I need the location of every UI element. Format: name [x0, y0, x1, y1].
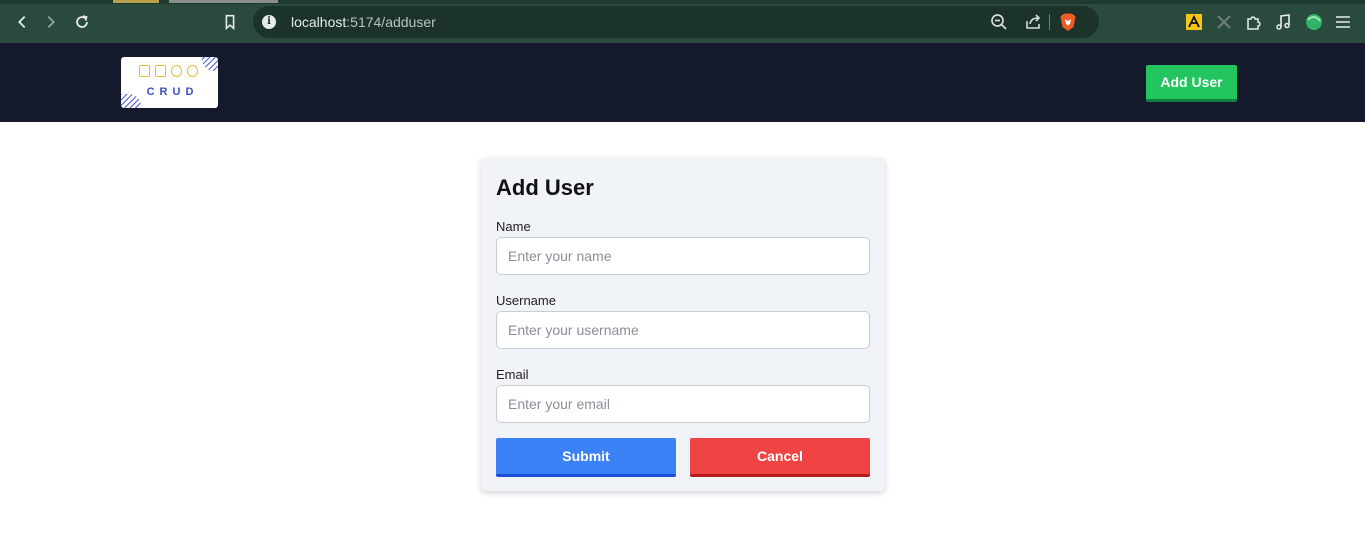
cancel-button[interactable]: Cancel — [690, 438, 870, 477]
address-divider — [1049, 14, 1050, 30]
logo-update-icon — [171, 65, 182, 77]
tab-active-indicator[interactable] — [113, 0, 159, 3]
site-info-icon[interactable]: i — [262, 15, 276, 29]
share-icon[interactable] — [1023, 12, 1043, 32]
media-music-icon[interactable] — [1273, 12, 1293, 32]
reload-icon[interactable] — [71, 11, 93, 33]
logo-stripes-decoration — [202, 57, 218, 71]
back-icon[interactable] — [11, 11, 33, 33]
tab-strip — [0, 0, 1365, 4]
url-text[interactable]: localhost:5174/adduser — [291, 14, 436, 30]
extensions-puzzle-icon[interactable] — [1243, 12, 1263, 32]
name-label: Name — [496, 219, 531, 234]
logo-icons — [139, 65, 198, 77]
logo-delete-icon — [187, 65, 198, 77]
name-input[interactable] — [496, 237, 870, 275]
brave-shield-icon[interactable] — [1059, 12, 1077, 32]
app-header: CRUD Add User — [0, 43, 1365, 122]
bookmark-icon[interactable] — [219, 11, 241, 33]
logo-read-icon — [155, 65, 166, 77]
email-input[interactable] — [496, 385, 870, 423]
username-label: Username — [496, 293, 556, 308]
form-title: Add User — [496, 175, 594, 200]
extension-tools-icon[interactable] — [1214, 12, 1234, 32]
extension-warning-icon[interactable] — [1184, 12, 1204, 32]
logo-create-icon — [139, 65, 150, 77]
address-bar[interactable]: i localhost:5174/adduser — [253, 6, 1099, 38]
profile-avatar-icon[interactable] — [1304, 12, 1324, 32]
username-input[interactable] — [496, 311, 870, 349]
submit-button[interactable]: Submit — [496, 438, 676, 477]
email-label: Email — [496, 367, 529, 382]
tab-indicator[interactable] — [169, 0, 278, 3]
logo-text: CRUD — [146, 86, 199, 98]
browser-toolbar: i localhost:5174/adduser — [0, 0, 1365, 43]
zoom-icon[interactable] — [989, 12, 1009, 32]
crud-logo[interactable]: CRUD — [121, 57, 218, 108]
forward-icon[interactable] — [40, 11, 62, 33]
browser-menu-icon[interactable] — [1333, 12, 1353, 32]
add-user-form-card: Add User Name Username Email Submit Canc… — [481, 158, 885, 491]
add-user-button[interactable]: Add User — [1146, 65, 1237, 102]
